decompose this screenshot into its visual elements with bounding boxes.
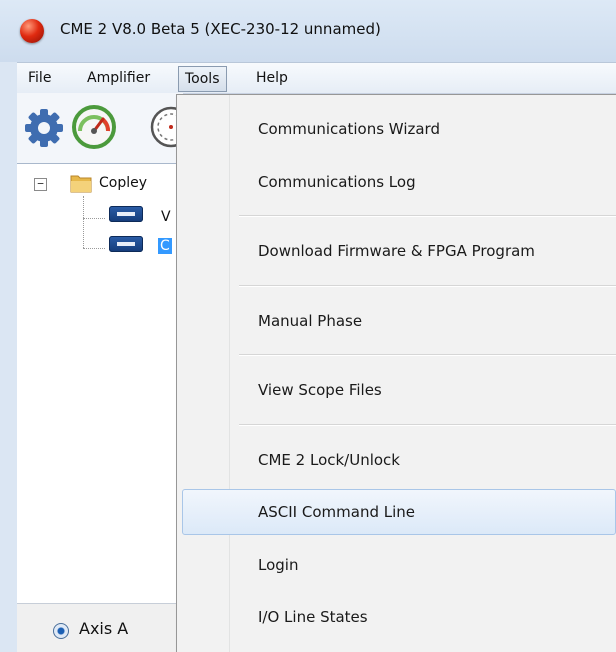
gear-icon[interactable] (23, 107, 65, 149)
menu-item-label: Communications Log (258, 173, 416, 191)
menu-item-label: View Scope Files (258, 381, 382, 399)
menu-item-io-line-states[interactable]: I/O Line States (177, 598, 616, 638)
menu-item-label: Communications Wizard (258, 120, 440, 138)
menu-item-communications-log[interactable]: Communications Log (177, 163, 616, 203)
tree-node-label[interactable]: V (161, 209, 171, 225)
window-title: CME 2 V8.0 Beta 5 (XEC-230-12 unnamed) (60, 20, 381, 38)
amplifier-tree[interactable]: − Copley V C (17, 163, 183, 604)
menu-item-label: ASCII Command Line (258, 503, 415, 521)
menu-separator (239, 285, 616, 287)
menu-separator (239, 354, 616, 356)
app-icon[interactable] (20, 19, 44, 43)
menu-item-view-scope-files[interactable]: View Scope Files (177, 371, 616, 411)
tree-connector (83, 218, 105, 219)
menu-item-label: I/O Line States (258, 608, 368, 626)
tree-connector (83, 248, 105, 249)
menu-item-communications-wizard[interactable]: Communications Wizard (177, 110, 616, 150)
menu-item-manual-phase[interactable]: Manual Phase (177, 302, 616, 342)
tree-node-label-selected[interactable]: C (158, 238, 172, 254)
menu-item-label: Download Firmware & FPGA Program (258, 242, 535, 260)
axis-a-radio[interactable] (53, 623, 69, 639)
axis-selector: Axis A (17, 603, 183, 652)
menu-item-ascii-command-line[interactable]: ASCII Command Line (177, 493, 616, 533)
menu-amplifier[interactable]: Amplifier (87, 63, 150, 93)
folder-icon (70, 175, 92, 193)
menu-help[interactable]: Help (256, 63, 288, 93)
menu-item-login[interactable]: Login (177, 546, 616, 586)
toolbar (17, 93, 192, 163)
menu-bar: File Amplifier Tools Help (17, 62, 616, 94)
menu-separator (239, 424, 616, 426)
menu-tools[interactable]: Tools (178, 66, 227, 92)
amplifier-icon (109, 236, 143, 252)
menu-item-label: CME 2 Lock/Unlock (258, 451, 400, 469)
menu-item-lock-unlock[interactable]: CME 2 Lock/Unlock (177, 441, 616, 481)
tools-dropdown-menu: Communications Wizard Communications Log… (176, 94, 616, 652)
menu-item-label: Manual Phase (258, 312, 363, 330)
menu-item-label: Login (258, 556, 299, 574)
tree-collapse-toggle[interactable]: − (34, 178, 47, 191)
tree-root-label[interactable]: Copley (99, 175, 147, 191)
axis-a-label[interactable]: Axis A (79, 619, 128, 638)
title-bar: CME 2 V8.0 Beta 5 (XEC-230-12 unnamed) (0, 0, 616, 62)
menu-item-download-firmware[interactable]: Download Firmware & FPGA Program (177, 232, 616, 272)
menu-separator (239, 215, 616, 217)
menu-file[interactable]: File (28, 63, 51, 93)
tree-connector (83, 196, 84, 248)
amplifier-icon (109, 206, 143, 222)
left-window-edge (0, 62, 17, 651)
gauge-icon[interactable] (72, 105, 116, 149)
